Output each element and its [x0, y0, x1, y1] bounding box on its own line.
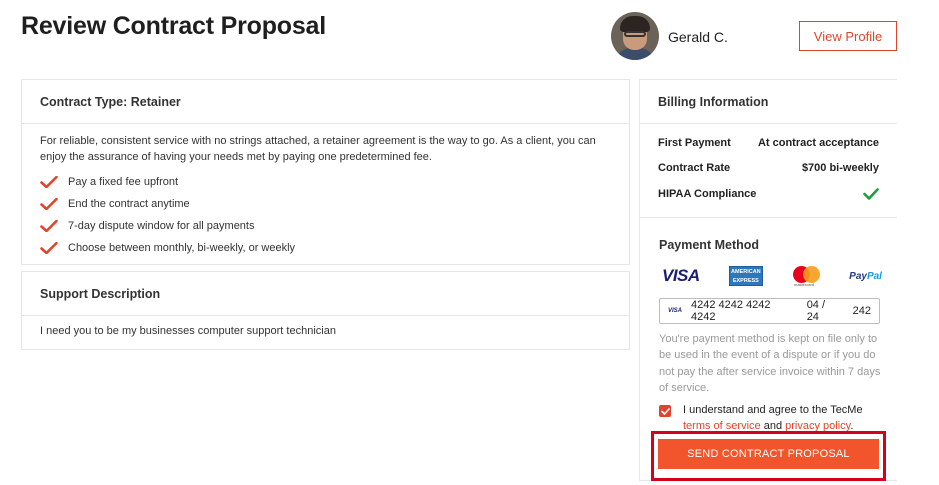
- feature-label: Pay a fixed fee upfront: [68, 176, 179, 188]
- agree-row: I understand and agree to the TecMe term…: [659, 402, 884, 434]
- check-icon: [40, 198, 58, 210]
- check-icon: [40, 176, 58, 188]
- send-contract-proposal-button[interactable]: SEND CONTRACT PROPOSAL: [658, 439, 879, 469]
- avatar[interactable]: [611, 12, 659, 60]
- feature-item: Choose between monthly, bi-weekly, or we…: [40, 237, 611, 259]
- card-brand-icon: VISA: [668, 308, 683, 314]
- card-number[interactable]: 4242 4242 4242 4242: [691, 299, 793, 323]
- contract-description: For reliable, consistent service with no…: [40, 135, 596, 163]
- green-check-icon: [863, 187, 879, 200]
- billing-row-first-payment: First Payment At contract acceptance: [658, 130, 879, 156]
- support-title: Support Description: [22, 272, 629, 316]
- feature-label: 7-day dispute window for all payments: [68, 220, 255, 232]
- billing-row-contract-rate: Contract Rate $700 bi-weekly: [658, 156, 879, 182]
- amex-logo-icon: AMERICAN EXPRESS: [728, 266, 763, 286]
- visa-logo-icon: VISA: [662, 266, 700, 285]
- card-cvc[interactable]: 242: [853, 305, 871, 317]
- check-icon: [40, 220, 58, 232]
- billing-value: At contract acceptance: [757, 136, 879, 149]
- paypal-logo-icon: PayPal: [849, 270, 882, 282]
- feature-item: End the contract anytime: [40, 193, 611, 215]
- mastercard-logo-icon: mastercard: [792, 266, 820, 287]
- feature-item: Pay a fixed fee upfront: [40, 171, 611, 193]
- card-expiry[interactable]: 04 / 24: [807, 299, 839, 323]
- feature-item: 7-day dispute window for all payments: [40, 215, 611, 237]
- billing-label: Contract Rate: [658, 162, 731, 175]
- page-title: Review Contract Proposal: [21, 12, 327, 40]
- agree-checkbox[interactable]: [659, 405, 671, 417]
- billing-card: Billing Information First Payment At con…: [639, 79, 897, 218]
- payment-method-title: Payment Method: [659, 238, 760, 252]
- contract-type-title: Contract Type: Retainer: [22, 80, 629, 124]
- billing-row-hipaa: HIPAA Compliance: [658, 181, 879, 207]
- checkbox-check-icon: [660, 407, 670, 415]
- billing-label: First Payment: [658, 136, 731, 149]
- feature-label: Choose between monthly, bi-weekly, or we…: [68, 242, 296, 254]
- payment-note: You're payment method is kept on file on…: [659, 333, 881, 394]
- view-profile-button[interactable]: View Profile: [799, 21, 897, 51]
- support-text: I need you to be my businesses computer …: [40, 325, 336, 337]
- feature-label: End the contract anytime: [68, 198, 190, 210]
- check-icon: [40, 242, 58, 254]
- contract-card: Contract Type: Retainer For reliable, co…: [21, 79, 630, 265]
- support-card: Support Description I need you to be my …: [21, 271, 630, 350]
- billing-title: Billing Information: [640, 80, 897, 124]
- feature-list: Pay a fixed fee upfront End the contract…: [40, 171, 611, 259]
- agree-text: I understand and agree to the TecMe term…: [683, 404, 863, 432]
- billing-label: HIPAA Compliance: [658, 187, 757, 200]
- billing-value: $700 bi-weekly: [801, 162, 879, 175]
- card-input[interactable]: VISA 4242 4242 4242 4242 04 / 24 242: [659, 298, 880, 324]
- user-name[interactable]: Gerald C.: [668, 29, 728, 45]
- payment-logos: VISA AMERICAN EXPRESS mastercard PayPal: [662, 265, 882, 287]
